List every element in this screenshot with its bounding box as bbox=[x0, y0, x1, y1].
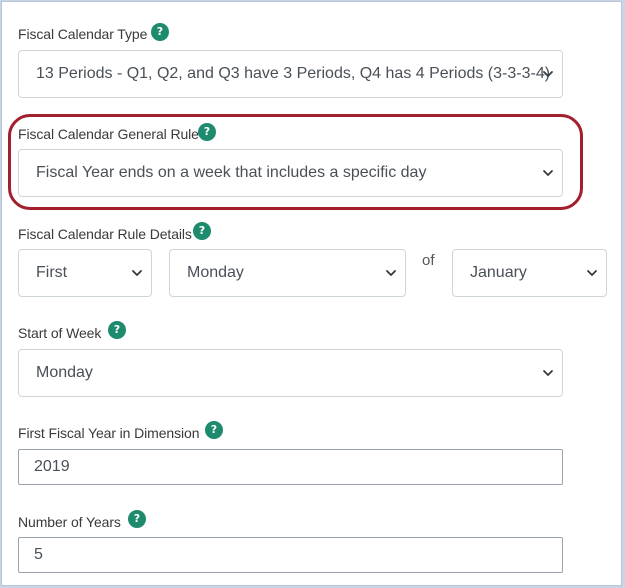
number-of-years-help-icon[interactable]: ? bbox=[128, 510, 146, 528]
chevron-down-icon bbox=[542, 68, 554, 80]
chevron-down-icon bbox=[385, 267, 397, 279]
rule-details-help-icon[interactable]: ? bbox=[193, 222, 211, 240]
chevron-down-icon bbox=[586, 267, 598, 279]
first-fiscal-year-help-icon[interactable]: ? bbox=[205, 421, 223, 439]
fiscal-calendar-type-select[interactable]: 13 Periods - Q1, Q2, and Q3 have 3 Perio… bbox=[18, 50, 563, 98]
fiscal-calendar-type-label: Fiscal Calendar Type bbox=[18, 26, 148, 42]
rule-weekday-select[interactable]: Monday bbox=[169, 249, 406, 297]
number-of-years-value: 5 bbox=[34, 546, 43, 563]
start-of-week-value: Monday bbox=[36, 364, 93, 381]
rule-ordinal-select[interactable]: First bbox=[18, 249, 152, 297]
first-fiscal-year-label: First Fiscal Year in Dimension bbox=[18, 425, 200, 441]
of-text: of bbox=[422, 252, 435, 269]
first-fiscal-year-value: 2019 bbox=[34, 458, 70, 475]
rule-ordinal-value: First bbox=[36, 264, 68, 281]
fiscal-calendar-form: Fiscal Calendar Type ? 13 Periods - Q1, … bbox=[1, 1, 622, 586]
rule-month-value: January bbox=[470, 264, 527, 281]
start-of-week-label: Start of Week bbox=[18, 325, 102, 341]
start-of-week-help-icon[interactable]: ? bbox=[108, 321, 126, 339]
first-fiscal-year-input[interactable]: 2019 bbox=[18, 449, 563, 485]
number-of-years-input[interactable]: 5 bbox=[18, 537, 563, 573]
general-rule-help-icon[interactable]: ? bbox=[198, 123, 216, 141]
fiscal-calendar-type-help-icon[interactable]: ? bbox=[151, 23, 169, 41]
general-rule-select[interactable]: Fiscal Year ends on a week that includes… bbox=[18, 149, 563, 197]
rule-details-label: Fiscal Calendar Rule Details bbox=[18, 226, 192, 242]
start-of-week-select[interactable]: Monday bbox=[18, 349, 563, 397]
rule-month-select[interactable]: January bbox=[452, 249, 607, 297]
general-rule-value: Fiscal Year ends on a week that includes… bbox=[36, 164, 427, 181]
general-rule-label: Fiscal Calendar General Rule bbox=[18, 126, 199, 142]
chevron-down-icon bbox=[542, 167, 554, 179]
rule-weekday-value: Monday bbox=[187, 264, 244, 281]
fiscal-calendar-type-value: 13 Periods - Q1, Q2, and Q3 have 3 Perio… bbox=[36, 65, 551, 82]
chevron-down-icon bbox=[542, 367, 554, 379]
number-of-years-label: Number of Years bbox=[18, 514, 121, 530]
chevron-down-icon bbox=[131, 267, 143, 279]
